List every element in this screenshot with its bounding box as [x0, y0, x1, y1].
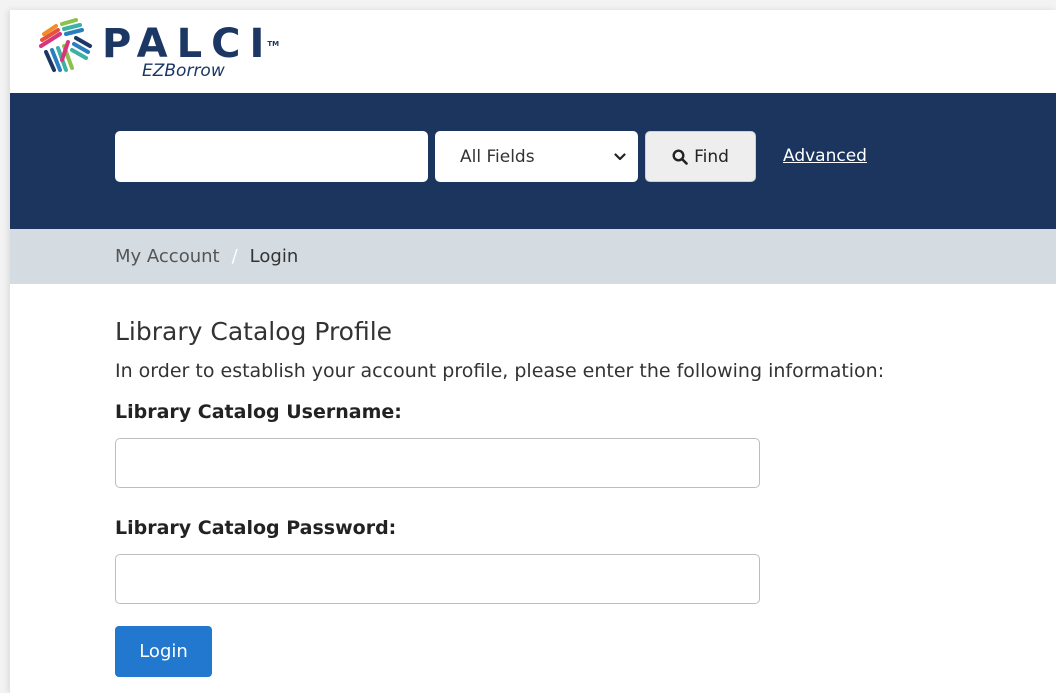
- intro-text: In order to establish your account profi…: [115, 360, 885, 382]
- logo-wordmark: PALCITM: [102, 21, 280, 67]
- site-header: PALCITM EZBorrow: [10, 10, 1056, 93]
- search-field-selected: All Fields: [460, 146, 535, 167]
- chevron-down-icon: [614, 152, 626, 160]
- search-input[interactable]: [115, 131, 428, 182]
- trademark-mark: TM: [267, 40, 280, 48]
- password-label: Library Catalog Password:: [115, 517, 397, 539]
- breadcrumb-separator: /: [231, 246, 238, 267]
- page-title: Library Catalog Profile: [115, 317, 393, 346]
- username-field[interactable]: [115, 438, 760, 488]
- login-button[interactable]: Login: [115, 626, 212, 677]
- palci-logo-icon: [39, 18, 92, 72]
- search-bar: All Fields Find Advanced: [10, 93, 1056, 229]
- find-button-label: Find: [694, 146, 729, 167]
- main-content: Library Catalog Profile In order to esta…: [10, 284, 1056, 677]
- password-field[interactable]: [115, 554, 760, 604]
- search-icon: [672, 148, 688, 165]
- breadcrumb-current: Login: [249, 246, 299, 267]
- search-field-select[interactable]: All Fields: [435, 131, 638, 182]
- find-button[interactable]: Find: [645, 131, 756, 182]
- breadcrumb: My Account / Login: [10, 229, 1056, 284]
- breadcrumb-my-account[interactable]: My Account: [115, 246, 220, 267]
- palci-logo[interactable]: PALCITM EZBorrow: [32, 16, 279, 81]
- username-label: Library Catalog Username:: [115, 401, 402, 423]
- advanced-search-link[interactable]: Advanced: [783, 146, 867, 166]
- page: PALCITM EZBorrow All Fields Find Advance…: [10, 10, 1056, 693]
